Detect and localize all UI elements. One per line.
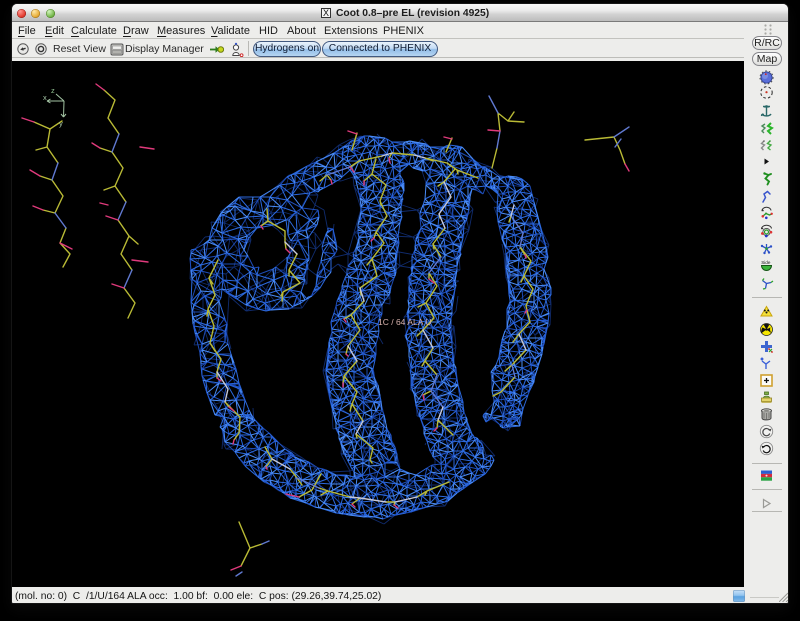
svg-text:1C / 64 ALA U: 1C / 64 ALA U <box>378 317 431 327</box>
svg-text:y: y <box>59 119 63 128</box>
svg-text:Side: Side <box>761 260 771 265</box>
svg-text:x: x <box>43 93 47 102</box>
svg-text:z: z <box>51 86 55 95</box>
